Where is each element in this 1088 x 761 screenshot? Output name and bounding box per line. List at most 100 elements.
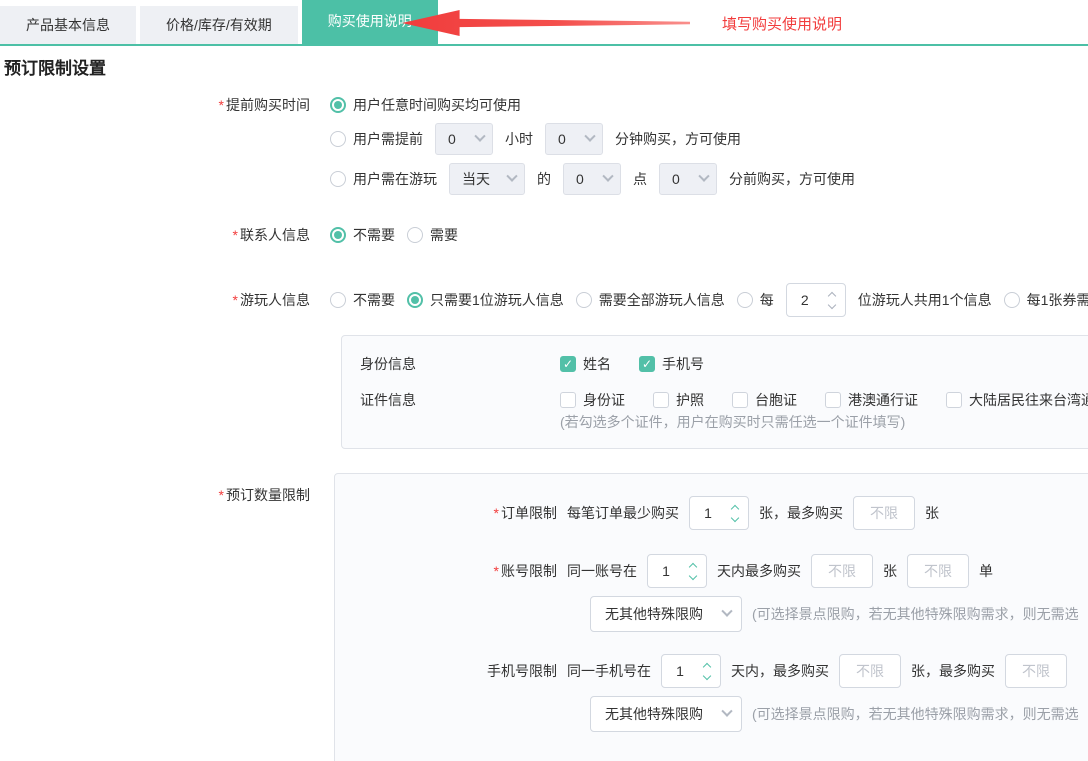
phone-max2-input[interactable] — [1005, 654, 1067, 688]
chevron-down-icon — [721, 706, 732, 717]
radio-icon — [330, 131, 346, 147]
checkbox-icon — [825, 392, 841, 408]
checkbox-mainland-taiwan-permit[interactable]: 大陆居民往来台湾通 — [946, 390, 1088, 410]
phone-special-limit-select[interactable]: 无其他特殊限购 — [590, 696, 742, 732]
radio-visitor-one[interactable]: 只需要1位游玩人信息 — [407, 290, 564, 310]
chevron-down-icon — [506, 171, 517, 182]
deadline-suffix-text: 分前购买，方可使用 — [729, 169, 855, 189]
visitors-per-info-input[interactable] — [787, 284, 823, 316]
radio-visitor-all[interactable]: 需要全部游玩人信息 — [576, 290, 725, 310]
radio-icon — [407, 227, 423, 243]
phone-special-limit-row: 无其他特殊限购 (可选择景点限购，若无其他特殊限购需求，则无需选 — [590, 696, 1088, 732]
account-max-orders-input[interactable] — [907, 554, 969, 588]
phone-days-stepper[interactable] — [661, 654, 721, 688]
chevron-down-icon — [731, 513, 739, 521]
phone-unit1-text: 张，最多购买 — [911, 661, 995, 681]
hk-macau-permit-label: 港澳通行证 — [848, 390, 918, 410]
radio-hours-ahead[interactable]: 用户需提前 — [330, 129, 423, 149]
account-days-input[interactable] — [648, 555, 684, 587]
mainland-taiwan-permit-label: 大陆居民往来台湾通 — [969, 390, 1088, 410]
checkbox-phone[interactable]: ✓ 手机号 — [639, 354, 704, 374]
name-checkbox-label: 姓名 — [583, 354, 611, 374]
checkbox-id-card[interactable]: 身份证 — [560, 390, 625, 410]
radio-contact-not-needed[interactable]: 不需要 — [330, 225, 395, 245]
account-pre-text: 同一账号在 — [567, 561, 637, 581]
visitor-per-post-label: 位游玩人共用1个信息 — [858, 290, 992, 310]
required-asterisk: * — [219, 487, 224, 503]
stepper-arrows[interactable] — [684, 555, 702, 587]
radio-selected-icon — [407, 292, 423, 308]
radio-icon — [737, 292, 753, 308]
account-days-stepper[interactable] — [647, 554, 707, 588]
certificate-hint: (若勾选多个证件，用户在购买时只需任选一个证件填写) — [560, 412, 1088, 432]
phone-days-input[interactable] — [662, 655, 698, 687]
hours-unit-text: 小时 — [505, 129, 533, 149]
tab-product-basic-info[interactable]: 产品基本信息 — [0, 6, 136, 44]
annotation-text: 填写购买使用说明 — [722, 13, 842, 34]
checkbox-passport[interactable]: 护照 — [653, 390, 704, 410]
required-asterisk: * — [219, 97, 224, 113]
chevron-up-icon — [703, 662, 711, 670]
order-max-input[interactable] — [853, 496, 915, 530]
chevron-up-icon — [689, 562, 697, 570]
checkbox-taiwan-compatriot[interactable]: 台胞证 — [732, 390, 797, 410]
contact-yes-label: 需要 — [430, 225, 458, 245]
phone-pre-text: 同一手机号在 — [567, 661, 651, 681]
radio-before-play-label: 用户需在游玩 — [353, 169, 437, 189]
play-day-select[interactable]: 当天 — [449, 163, 525, 195]
phone-max-tickets-input[interactable] — [839, 654, 901, 688]
order-min-input[interactable] — [690, 497, 726, 529]
chevron-down-icon — [689, 571, 697, 579]
stepper-arrows[interactable] — [698, 655, 716, 687]
radio-before-play-day[interactable]: 用户需在游玩 — [330, 169, 437, 189]
stepper-arrows[interactable] — [726, 497, 744, 529]
radio-contact-needed[interactable]: 需要 — [407, 225, 458, 245]
radio-selected-icon — [330, 97, 346, 113]
stepper-arrows[interactable] — [823, 284, 841, 316]
radio-anytime[interactable]: 用户任意时间购买均可使用 — [330, 95, 521, 115]
phone-special-limit-hint: (可选择景点限购，若无其他特殊限购需求，则无需选 — [752, 704, 1079, 724]
tab-price-stock-validity[interactable]: 价格/库存/有效期 — [140, 6, 298, 44]
contact-info-row: *联系人信息 不需要 需要 — [4, 225, 1088, 245]
chevron-down-icon — [721, 606, 732, 617]
contact-no-label: 不需要 — [353, 225, 395, 245]
certificate-label: 证件信息 — [360, 390, 560, 410]
advance-minutes-value: 0 — [558, 131, 566, 147]
visitor-no-label: 不需要 — [353, 290, 395, 310]
account-max-tickets-input[interactable] — [811, 554, 873, 588]
visitors-per-info-stepper[interactable] — [786, 283, 846, 317]
account-special-limit-hint: (可选择景点限购，若无其他特殊限购需求，则无需选 — [752, 604, 1079, 624]
checkbox-hk-macau-permit[interactable]: 港澳通行证 — [825, 390, 918, 410]
account-special-limit-row: 无其他特殊限购 (可选择景点限购，若无其他特殊限购需求，则无需选 — [590, 596, 1088, 632]
chevron-up-icon — [731, 504, 739, 512]
identity-row: 身份信息 ✓ 姓名 ✓ 手机号 — [360, 354, 1088, 374]
phone-special-limit-value: 无其他特殊限购 — [605, 704, 703, 724]
of-text: 的 — [537, 169, 551, 189]
chevron-down-icon — [828, 300, 836, 308]
phone-mid-text: 天内，最多购买 — [731, 661, 829, 681]
phone-checkbox-label: 手机号 — [662, 354, 704, 374]
advance-minutes-select[interactable]: 0 — [545, 123, 603, 155]
required-asterisk: * — [494, 505, 499, 521]
visitor-info-row: *游玩人信息 不需要 只需要1位游玩人信息 需要全部游玩人信息 每 — [4, 283, 1088, 317]
visitor-per-pre-label: 每 — [760, 290, 774, 310]
deadline-hour-select[interactable]: 0 — [563, 163, 621, 195]
checkbox-name[interactable]: ✓ 姓名 — [560, 354, 611, 374]
required-asterisk: * — [233, 292, 238, 308]
account-unit1-text: 张 — [883, 561, 897, 581]
order-min-stepper[interactable] — [689, 496, 749, 530]
radio-per-ticket[interactable]: 每1张券需要 — [1004, 290, 1088, 310]
per-ticket-label: 每1张券需要 — [1027, 290, 1088, 310]
visitor-one-label: 只需要1位游玩人信息 — [430, 290, 564, 310]
radio-icon — [330, 292, 346, 308]
advance-hours-select[interactable]: 0 — [435, 123, 493, 155]
quantity-panel: *订单限制 每笔订单最少购买 张，最多购买 张 *账号限制 — [334, 473, 1088, 761]
quantity-limit-row: *预订数量限制 *订单限制 每笔订单最少购买 张，最多购买 — [4, 473, 1088, 761]
radio-visitor-per-n[interactable]: 每 — [737, 290, 774, 310]
deadline-minute-select[interactable]: 0 — [659, 163, 717, 195]
advance-time-row-3: 用户需在游玩 当天 的 0 点 0 分前购买，方可使用 — [4, 163, 1088, 195]
visitor-all-label: 需要全部游玩人信息 — [599, 290, 725, 310]
account-special-limit-select[interactable]: 无其他特殊限购 — [590, 596, 742, 632]
radio-visitor-not-needed[interactable]: 不需要 — [330, 290, 395, 310]
contact-info-label: *联系人信息 — [4, 225, 310, 245]
